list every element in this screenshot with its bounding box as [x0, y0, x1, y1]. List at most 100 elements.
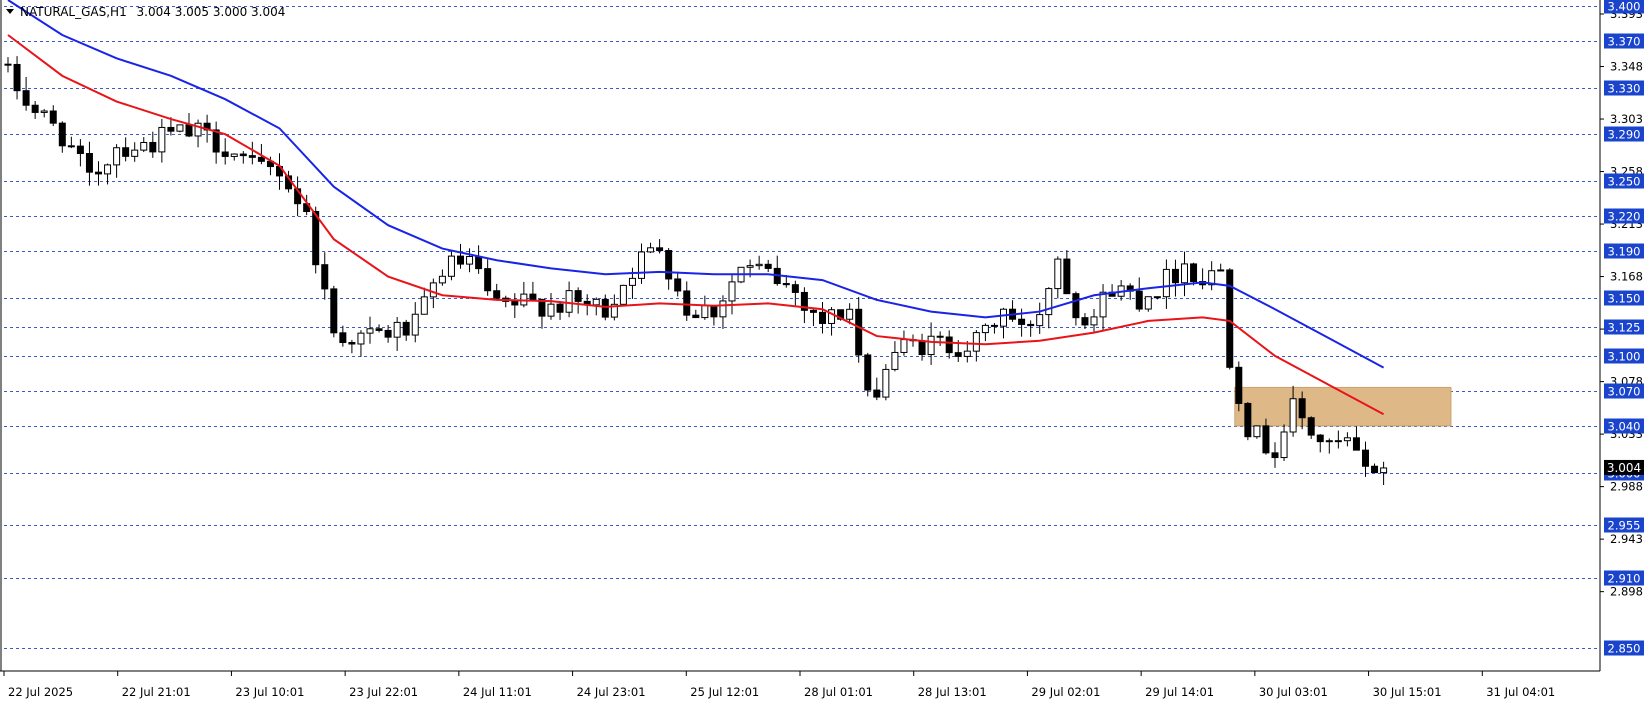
bearish-candle [1352, 437, 1360, 451]
time-tick-label: 24 Jul 11:01 [463, 685, 532, 699]
bearish-candle [13, 63, 21, 92]
bullish-candle [927, 335, 935, 356]
bullish-candle [1099, 291, 1107, 318]
bullish-candle [638, 251, 645, 279]
bullish-candle [140, 141, 148, 151]
bearish-candle [1235, 366, 1243, 404]
bearish-candle [257, 156, 265, 162]
bearish-candle [484, 268, 492, 292]
level-label: 3.100 [1608, 350, 1641, 364]
bearish-candle [1027, 323, 1035, 327]
bearish-candle [248, 155, 256, 158]
symbol-label: NATURAL_GAS,H1 [20, 5, 127, 19]
bullish-candle [1334, 440, 1342, 443]
bullish-candle [900, 339, 908, 353]
bullish-candle [719, 300, 727, 318]
bullish-candle [755, 263, 763, 267]
chart-root[interactable]: 3.3933.3483.3033.2583.2133.1683.1233.078… [0, 0, 1651, 705]
level-label: 2.955 [1608, 519, 1641, 533]
current-price-label: 3.004 [1607, 461, 1641, 475]
bearish-candle [375, 328, 383, 331]
bullish-candle [972, 332, 980, 352]
bearish-candle [58, 122, 66, 147]
time-tick-label: 29 Jul 02:01 [1031, 685, 1100, 699]
bullish-candle [393, 321, 401, 338]
level-label: 3.070 [1608, 385, 1641, 399]
bullish-candle [176, 124, 184, 132]
bullish-candle [547, 303, 555, 317]
axis-tick-label: 2.988 [1610, 480, 1643, 494]
bearish-candle [330, 288, 338, 334]
bearish-candle [511, 300, 519, 306]
level-label: 3.150 [1608, 292, 1641, 306]
time-tick-label: 22 Jul 2025 [8, 685, 73, 699]
bullish-candle [40, 110, 48, 113]
bullish-candle [1253, 425, 1261, 438]
bearish-candle [185, 124, 193, 137]
bearish-candle [22, 90, 30, 106]
bearish-candle [918, 340, 926, 356]
price-chart[interactable]: 3.3933.3483.3033.2583.2133.1683.1233.078… [0, 0, 1651, 705]
level-label: 3.190 [1608, 245, 1641, 259]
bearish-candle [1371, 465, 1379, 474]
bearish-candle [864, 354, 872, 391]
bearish-candle [167, 126, 175, 132]
bullish-candle [565, 290, 573, 313]
level-label: 2.910 [1608, 572, 1641, 586]
bullish-candle [230, 153, 238, 157]
ohlc-label: 3.004 3.005 3.000 3.004 [137, 5, 286, 19]
bearish-candle [122, 147, 130, 157]
bearish-candle [1018, 318, 1026, 325]
level-label: 2.850 [1608, 642, 1641, 656]
bearish-candle [76, 145, 84, 155]
bullish-candle [1343, 437, 1351, 442]
axis-tick-label: 2.943 [1610, 532, 1643, 546]
bearish-candle [710, 305, 718, 318]
bullish-candle [366, 328, 374, 334]
bearish-candle [819, 311, 826, 324]
bearish-candle [348, 342, 356, 345]
bearish-candle [656, 247, 664, 252]
bullish-candle [846, 308, 854, 320]
bearish-candle [312, 211, 320, 266]
bearish-candle [873, 389, 881, 398]
axis-tick-label: 2.898 [1610, 585, 1643, 599]
bearish-candle [493, 290, 501, 299]
bullish-candle [746, 265, 754, 268]
bearish-candle [339, 332, 347, 344]
axis-tick-label: 3.303 [1610, 112, 1643, 126]
header: NATURAL_GAS,H1 3.004 3.005 3.000 3.004 [6, 5, 285, 19]
bullish-candle [131, 149, 139, 157]
time-tick-label: 28 Jul 13:01 [918, 685, 987, 699]
bullish-candle [1325, 440, 1333, 443]
bearish-candle [692, 314, 700, 319]
level-label: 3.370 [1608, 35, 1641, 49]
bearish-candle [936, 335, 944, 338]
level-label: 3.250 [1608, 175, 1641, 189]
time-tick-label: 24 Jul 23:01 [577, 685, 646, 699]
level-label: 3.330 [1608, 82, 1641, 96]
bearish-candle [683, 290, 691, 316]
bearish-candle [457, 255, 464, 265]
bullish-candle [1045, 288, 1053, 316]
bullish-candle [158, 126, 166, 153]
time-tick-label: 23 Jul 10:01 [235, 685, 304, 699]
time-tick-label: 30 Jul 03:01 [1259, 685, 1328, 699]
bullish-candle [628, 277, 636, 286]
bearish-candle [1072, 293, 1080, 319]
bearish-candle [1171, 268, 1179, 284]
bearish-candle [31, 104, 39, 113]
current-price-tag: 3.004 [1604, 459, 1644, 475]
bullish-candle [411, 313, 419, 336]
bearish-candle [1271, 452, 1279, 459]
bearish-candle [1316, 434, 1324, 443]
bearish-candle [601, 298, 609, 318]
time-tick-label: 30 Jul 15:01 [1373, 685, 1442, 699]
bullish-candle [113, 147, 121, 166]
bearish-candle [85, 153, 93, 173]
chart-background [0, 0, 1651, 705]
bearish-candle [1190, 263, 1198, 283]
bearish-candle [1262, 425, 1270, 454]
bullish-candle [1054, 258, 1062, 290]
svg-text:NATURAL_GAS,H1 3.004 3.0: NATURAL_GAS,H1 3.004 3.005 3.000 3.004 [20, 5, 285, 19]
